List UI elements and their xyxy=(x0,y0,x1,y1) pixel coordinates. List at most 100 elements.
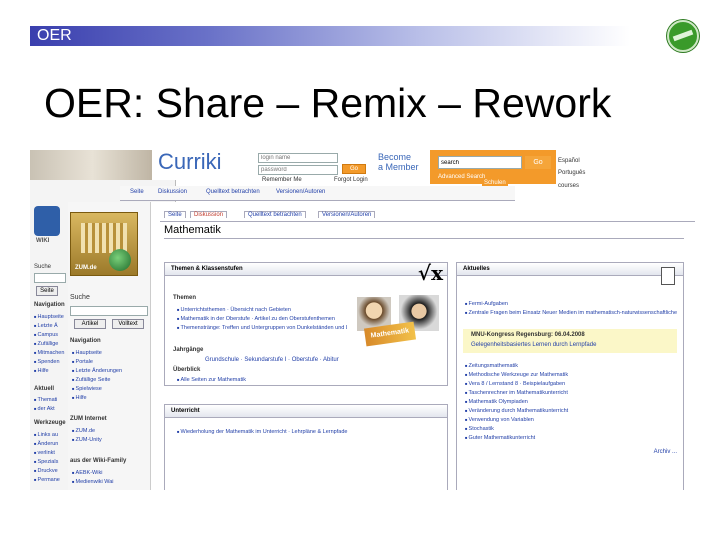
courses-link[interactable]: courses xyxy=(558,183,579,189)
list-item[interactable]: Hauptseite xyxy=(72,348,148,357)
list-item[interactable]: Hilfe xyxy=(72,393,148,402)
page-title: Mathematik xyxy=(164,224,684,239)
tab-seite-bg[interactable]: Seite xyxy=(130,189,144,195)
list-item[interactable]: Hilfe xyxy=(34,366,68,375)
zum-logo-caption: ZUM.de xyxy=(75,265,97,271)
mnu-item[interactable]: MNU-Kongress Regensburg: 06.04.2008 xyxy=(471,332,585,338)
language-espanol[interactable]: Español xyxy=(558,158,580,164)
unterricht-heading: Unterricht xyxy=(165,405,447,418)
list-item[interactable]: Zentrale Fragen beim Einsatz Neuer Medie… xyxy=(465,308,677,317)
zum-volltext-button[interactable]: Volltext xyxy=(112,319,144,329)
zum-artikel-button[interactable]: Artikel xyxy=(74,319,106,329)
curriki-logo[interactable]: Curriki xyxy=(158,150,222,175)
wiki-search-input[interactable] xyxy=(34,273,66,283)
list-item[interactable]: Mitmachen xyxy=(34,348,68,357)
themen-section: Themen & Klassenstufen √x Themen Unterri… xyxy=(164,261,448,386)
list-item[interactable]: Unterrichtsthemen · Übersicht nach Gebie… xyxy=(177,305,347,314)
list-item[interactable]: Permane xyxy=(34,475,68,484)
list-item[interactable]: Themati xyxy=(34,395,68,404)
zum-navigation-list: Hauptseite Portale Letzte Änderungen Zuf… xyxy=(72,348,148,402)
list-item[interactable]: Spenden xyxy=(34,357,68,366)
mnu-sub-item[interactable]: Gelegenheitsbasiertes Lernen durch Lernp… xyxy=(471,342,596,348)
curriki-schulen-link[interactable]: Schulen xyxy=(482,180,508,186)
list-item[interactable]: Methodische Werkzeuge zur Mathematik xyxy=(465,370,677,379)
remember-me-label[interactable]: Remember Me xyxy=(262,177,302,183)
tab-diskussion[interactable]: Diskussion xyxy=(190,211,228,218)
sqrt-x-icon: √x xyxy=(417,261,443,285)
themen-heading: Themen & Klassenstufen xyxy=(165,263,447,276)
list-item[interactable]: Themenstränge: Treffen und Untergruppen … xyxy=(177,323,347,332)
themen-label: Themen xyxy=(173,295,197,301)
list-item[interactable]: Stochastik xyxy=(465,424,677,433)
list-item[interactable]: ZUM.de xyxy=(72,426,148,435)
list-item[interactable]: Taschenrechner im Mathematikunterricht xyxy=(465,388,677,397)
list-item[interactable]: Portale xyxy=(72,357,148,366)
wiki-werkzeuge-list: Links au Änderun verlinkt Spezials Druck… xyxy=(34,430,68,484)
list-item[interactable]: Druckve xyxy=(34,466,68,475)
list-item[interactable]: Wiederholung der Mathematik im Unterrich… xyxy=(177,427,437,436)
curriki-search-input[interactable] xyxy=(438,156,522,169)
list-item[interactable]: Letzte Ä xyxy=(34,321,68,330)
become-member-link[interactable]: Become a Member xyxy=(378,152,419,172)
advanced-search-link[interactable]: Advanced Search xyxy=(438,174,485,180)
list-item[interactable]: Zufällige xyxy=(34,339,68,348)
wiki-seite-button[interactable]: Seite xyxy=(36,286,58,296)
list-item[interactable]: Hauptseite xyxy=(34,312,68,321)
login-name-input[interactable] xyxy=(258,153,338,163)
zum-sidebar: ZUM.de Suche Artikel Volltext Navigation… xyxy=(68,202,151,490)
tab-versionen[interactable]: Versionen/Autoren xyxy=(318,211,376,218)
tab-quelltext-bg[interactable]: Quelltext betrachten xyxy=(206,189,260,195)
forgot-login-link[interactable]: Forgot Login xyxy=(334,177,368,183)
password-input[interactable] xyxy=(258,165,338,175)
language-portugues[interactable]: Português xyxy=(558,170,585,176)
list-item[interactable]: Mathematik in der Oberstufe · Artikel zu… xyxy=(177,314,347,323)
tab-seite[interactable]: Seite xyxy=(164,211,186,218)
jahrgange-links[interactable]: Grundschule · Sekundarstufe I · Oberstuf… xyxy=(205,357,339,363)
oer-badge-icon xyxy=(667,20,699,52)
list-item[interactable]: Spielwiese xyxy=(72,384,148,393)
list-item[interactable]: Veränderung durch Mathematikunterricht xyxy=(465,406,677,415)
tab-versionen-bg[interactable]: Versionen/Autoren xyxy=(276,189,325,195)
uberblick-list: Alle Seiten zur Mathematik xyxy=(177,375,377,384)
aktuelles-more-list: Zeitungsmathematik Methodische Werkzeuge… xyxy=(465,361,677,442)
list-item[interactable]: Medienwiki Wai xyxy=(72,477,148,486)
aktuelles-list: Fermi-Aufgaben Zentrale Fragen beim Eins… xyxy=(465,299,677,317)
tab-diskussion-bg[interactable]: Diskussion xyxy=(158,189,187,195)
wiki-werkzeuge-heading: Werkzeuge xyxy=(34,420,66,426)
list-item[interactable]: Spezials xyxy=(34,457,68,466)
curriki-search-go-button[interactable]: Go xyxy=(525,156,551,169)
slide-title: OER: Share – Remix – Rework xyxy=(44,80,612,126)
list-item[interactable]: Vera 8 / Lernstand 8 · Beispielaufgaben xyxy=(465,379,677,388)
wiki-aktuell-list: Themati der Akt xyxy=(34,395,68,413)
zum-navigation-heading: Navigation xyxy=(70,338,101,344)
list-item[interactable]: ZUM-Unity xyxy=(72,435,148,444)
zum-tabs: Seite Diskussion Quelltext betrachten Ve… xyxy=(160,210,695,222)
tab-quelltext[interactable]: Quelltext betrachten xyxy=(244,211,306,218)
list-item[interactable]: Links au xyxy=(34,430,68,439)
list-item[interactable]: verlinkt xyxy=(34,448,68,457)
zum-search-input[interactable] xyxy=(70,306,148,316)
zum-wiki-window: ZUM.de Suche Artikel Volltext Navigation… xyxy=(68,202,695,490)
list-item[interactable]: Campus xyxy=(34,330,68,339)
list-item[interactable]: Alle Seiten zur Mathematik xyxy=(177,375,377,384)
list-item[interactable]: AEBK-Wiki xyxy=(72,468,148,477)
wiki-navigation-list: Hauptseite Letzte Ä Campus Zufällige Mit… xyxy=(34,312,68,375)
aktuelles-section: Aktuelles Fermi-Aufgaben Zentrale Fragen… xyxy=(456,262,684,490)
list-item[interactable]: der Akt xyxy=(34,404,68,413)
wiki-logo-icon xyxy=(34,206,60,236)
list-item[interactable]: Letzte Änderungen xyxy=(72,366,148,375)
list-item[interactable]: Zeitungsmathematik xyxy=(465,361,677,370)
list-item[interactable]: Änderun xyxy=(34,439,68,448)
list-item[interactable]: Mathematik Olympiaden xyxy=(465,397,677,406)
aktuelles-archive-link[interactable]: Archiv ... xyxy=(654,449,677,455)
unterricht-list: Wiederholung der Mathematik im Unterrich… xyxy=(177,427,437,436)
list-item[interactable]: Zufällige Seite xyxy=(72,375,148,384)
login-go-button[interactable]: Go xyxy=(342,164,366,174)
list-item[interactable]: Fermi-Aufgaben xyxy=(465,299,677,308)
list-item[interactable]: Verwendung von Variablen xyxy=(465,415,677,424)
zum-logo-image[interactable]: ZUM.de xyxy=(70,212,138,276)
mathematik-image-label: Mathematik xyxy=(370,327,410,340)
background-page-strip xyxy=(30,150,155,180)
list-item[interactable]: Guter Mathematikunterricht xyxy=(465,433,677,442)
zum-internet-list: ZUM.de ZUM-Unity xyxy=(72,426,148,444)
